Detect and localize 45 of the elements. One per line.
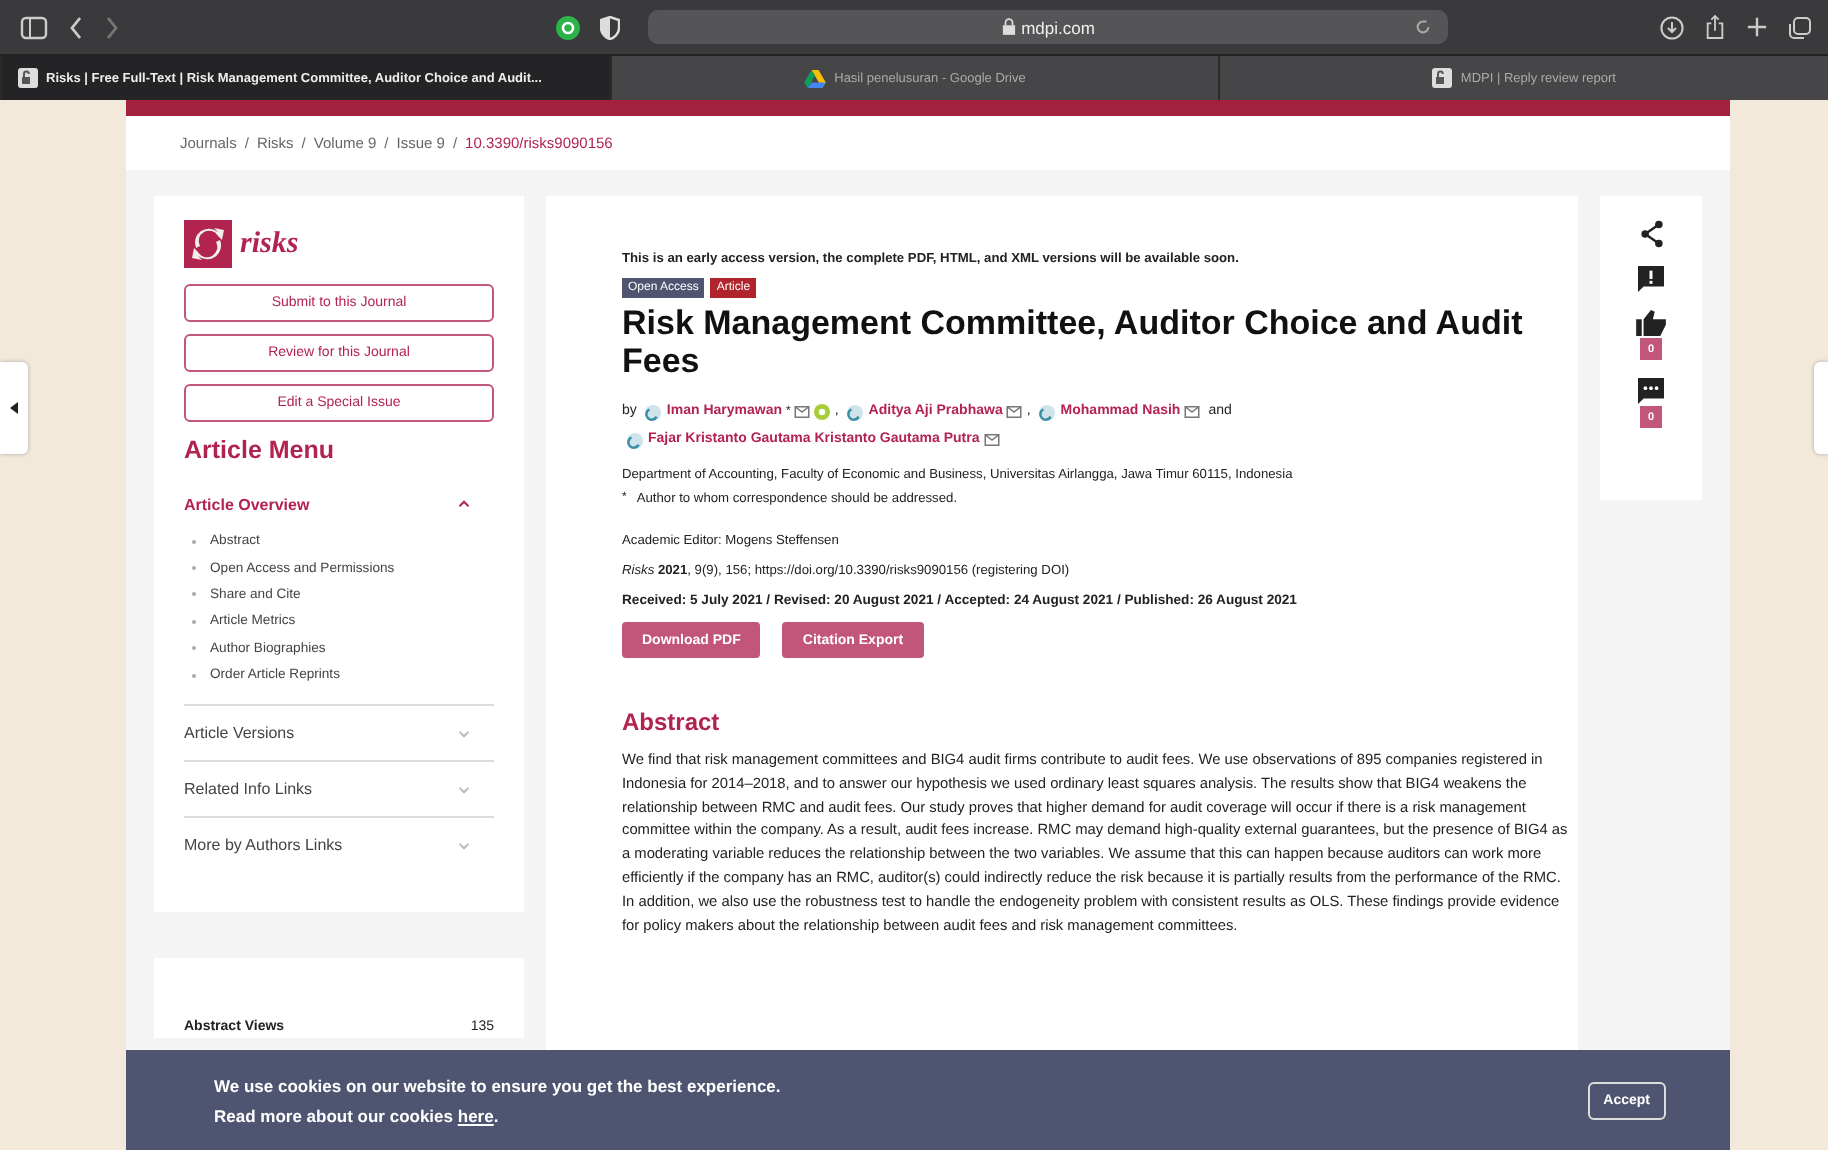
comment-icon[interactable] [1638,378,1665,404]
chevron-icon [458,729,470,738]
cookie-message: We use cookies on our website to ensure you get the best experience. [214,1073,781,1100]
thumbs-up-icon[interactable] [1636,310,1667,336]
profile-icon [1038,403,1057,421]
tabs-overview-icon[interactable] [1788,15,1812,39]
alert-bubble-icon[interactable] [1638,266,1665,292]
journal-name: risks [240,227,299,261]
mail-icon[interactable] [983,434,1000,446]
menu-title: Article Menu [184,436,337,464]
menu-section[interactable]: More by Authors Links [184,818,494,873]
chevron-icon [458,500,470,508]
mail-icon[interactable] [1006,406,1023,418]
cookie-link[interactable]: here [457,1105,494,1125]
journal-logo-icon [184,220,232,268]
address-bar[interactable]: mdpi.com [648,10,1448,44]
lock-page-icon [18,68,38,88]
download-icon[interactable] [1660,15,1684,39]
back-icon[interactable] [68,15,84,39]
profile-icon [644,403,663,421]
mail-icon[interactable] [1184,406,1201,418]
share-icon[interactable] [1639,220,1664,248]
triangle-logo-icon [804,69,827,87]
chevron-icon [458,785,470,794]
left-arrow-icon [10,402,18,414]
sidebar-icon[interactable] [20,15,48,39]
menu-section[interactable]: Article Overview [184,488,494,520]
shield-icon[interactable] [600,15,620,39]
profile-icon [846,403,865,421]
address-text: mdpi.com [1001,17,1095,37]
abstract-heading: Abstract [622,708,722,736]
chevron-icon [458,841,470,850]
mail-icon[interactable] [794,406,811,418]
cookie-message: Read more about our cookies here. [214,1103,501,1129]
menu-section[interactable]: Article Versions [184,706,494,761]
article-title: Risk Management Committee, Auditor Choice and Audit Fees [622,304,1525,380]
forward-icon[interactable] [104,15,120,39]
reload-icon[interactable] [1414,18,1432,36]
lock-page-icon [1432,68,1453,88]
menu-section[interactable]: Related Info Links [184,762,494,817]
new-tab-icon[interactable] [1746,16,1768,38]
share-icon[interactable] [1704,14,1726,40]
profile-icon [626,431,644,449]
lock-icon [1001,18,1016,36]
extension-icon[interactable] [556,15,580,39]
